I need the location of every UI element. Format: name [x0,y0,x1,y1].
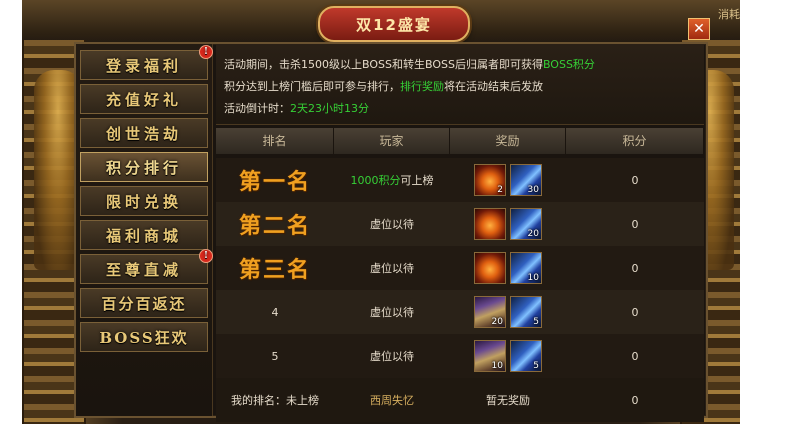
potion-item-icon[interactable] [474,252,506,284]
crystal-item-icon[interactable]: 20 [510,208,542,240]
sidebar-item-limited-exchange[interactable]: 限时兑换 [80,186,208,216]
info-text: 活动期间，击杀1500级以上BOSS和转生BOSS后归属者即可获得 [224,58,543,71]
score-value: 0 [631,261,639,275]
my-rank: 我的排名：未上榜 [231,394,319,407]
crystal-item-icon[interactable]: 5 [510,340,542,372]
table-row: 第三名 虚位以待 10 0 [216,246,704,290]
player-name: 虚位以待 [370,306,414,319]
item-count: 20 [491,317,503,327]
table-row: 5 虚位以待 10 5 0 [216,334,704,378]
score-value: 0 [631,173,639,187]
sidebar-item-login-bonus[interactable]: 登录福利 ! [80,45,213,80]
ranking-content: 活动期间，击杀1500级以上BOSS和转生BOSS后归属者即可获得BOSS积分 … [216,44,704,422]
table-row: 第一名 1000积分 可上榜 2 30 0 [216,158,704,202]
rank-label: 第三名 [238,257,311,283]
my-player-name: 西周失忆 [370,394,414,407]
sidebar-item-points-ranking[interactable]: 积分排行 [80,152,208,182]
sidebar-item-supreme-discount[interactable]: 至尊直减 ! [80,249,213,284]
player-name: 可上榜 [400,174,434,187]
header-score: 积分 [566,128,704,154]
player-name: 虚位以待 [370,218,414,231]
item-count: 10 [491,361,503,371]
treasure-chest-item-icon[interactable]: 20 [474,296,506,328]
player-name: 虚位以待 [370,350,414,363]
notification-badge: ! [199,45,213,59]
countdown-label: 活动倒计时： [224,102,290,115]
header-player: 玩家 [334,128,450,154]
sidebar-item-label: 福利商城 [105,226,182,245]
info-text: 积分达到上榜门槛后即可参与排行， [224,80,400,93]
header-reward: 奖励 [450,128,566,154]
notification-badge: ! [199,249,213,263]
crystal-item-icon[interactable]: 5 [510,296,542,328]
sidebar-item-label: BOSS狂欢 [99,328,189,347]
game-scene: 双12盛宴 ✕ 消耗 登录福利 ! 充值好礼 创世浩劫 积分排行 限时兑换 福利… [22,0,740,424]
sidebar-item-label: 充值好礼 [105,90,182,109]
item-count: 2 [497,185,503,195]
potion-item-icon[interactable] [474,208,506,240]
treasure-chest-item-icon[interactable]: 10 [474,340,506,372]
info-text: 将在活动结束后发放 [444,80,543,93]
potion-item-icon[interactable]: 2 [474,164,506,196]
info-highlight: 排行奖励 [400,80,444,93]
sidebar-item-boss-carnival[interactable]: BOSS狂欢 [80,322,208,352]
info-highlight: BOSS积分 [542,58,595,71]
header-rank: 排名 [216,128,334,154]
rank-label: 第二名 [238,213,311,239]
item-count: 30 [527,185,539,195]
crystal-item-icon[interactable]: 30 [510,164,542,196]
table-row: 4 虚位以待 20 5 0 [216,290,704,334]
sidebar: 登录福利 ! 充值好礼 创世浩劫 积分排行 限时兑换 福利商城 至尊直减 ! 百… [76,44,213,416]
my-reward: 暂无奖励 [486,394,530,407]
rank-label: 第一名 [238,169,311,195]
my-rank-row: 我的排名：未上榜 西周失忆 暂无奖励 0 [216,378,704,422]
item-count: 5 [533,317,539,327]
info-line-1: 活动期间，击杀1500级以上BOSS和转生BOSS后归属者即可获得BOSS积分 [224,56,595,72]
my-score: 0 [631,393,639,407]
rank-label: 5 [271,349,279,363]
info-line-3: 活动倒计时：2天23小时13分 [224,100,369,116]
window-title: 双12盛宴 [356,15,432,34]
ranking-table: 排名 玩家 奖励 积分 第一名 1000积分 可上榜 2 30 0 第二名 虚位… [216,128,704,422]
event-info: 活动期间，击杀1500级以上BOSS和转生BOSS后归属者即可获得BOSS积分 … [216,44,704,125]
score-value: 0 [631,349,639,363]
sidebar-item-full-refund[interactable]: 百分百返还 [80,288,208,318]
rank-label: 4 [271,305,279,319]
crystal-item-icon[interactable]: 10 [510,252,542,284]
sidebar-item-label: 至尊直减 [105,260,182,279]
sidebar-item-label: 登录福利 [105,56,182,75]
event-panel: 登录福利 ! 充值好礼 创世浩劫 积分排行 限时兑换 福利商城 至尊直减 ! 百… [74,42,708,422]
window-title-plate: 双12盛宴 [318,6,470,42]
item-count: 20 [527,229,539,239]
score-value: 0 [631,217,639,231]
player-name: 虚位以待 [370,262,414,275]
table-header: 排名 玩家 奖励 积分 [216,128,704,154]
sidebar-item-label: 百分百返还 [101,294,187,313]
countdown-value: 2天23小时13分 [290,102,369,115]
close-button[interactable]: ✕ [688,18,710,40]
sidebar-item-label: 限时兑换 [105,192,182,211]
item-count: 5 [533,361,539,371]
corner-label: 消耗 [718,8,740,21]
sidebar-item-genesis-calamity[interactable]: 创世浩劫 [80,118,208,148]
sidebar-item-welfare-shop[interactable]: 福利商城 [80,220,208,250]
table-row: 第二名 虚位以待 20 0 [216,202,704,246]
info-line-2: 积分达到上榜门槛后即可参与排行，排行奖励将在活动结束后发放 [224,78,543,94]
sidebar-item-label: 创世浩劫 [105,124,182,143]
player-requirement: 1000积分 [350,174,401,187]
item-count: 10 [527,273,539,283]
score-value: 0 [631,305,639,319]
sidebar-item-label: 积分排行 [105,158,182,177]
sidebar-item-recharge-gift[interactable]: 充值好礼 [80,84,208,114]
